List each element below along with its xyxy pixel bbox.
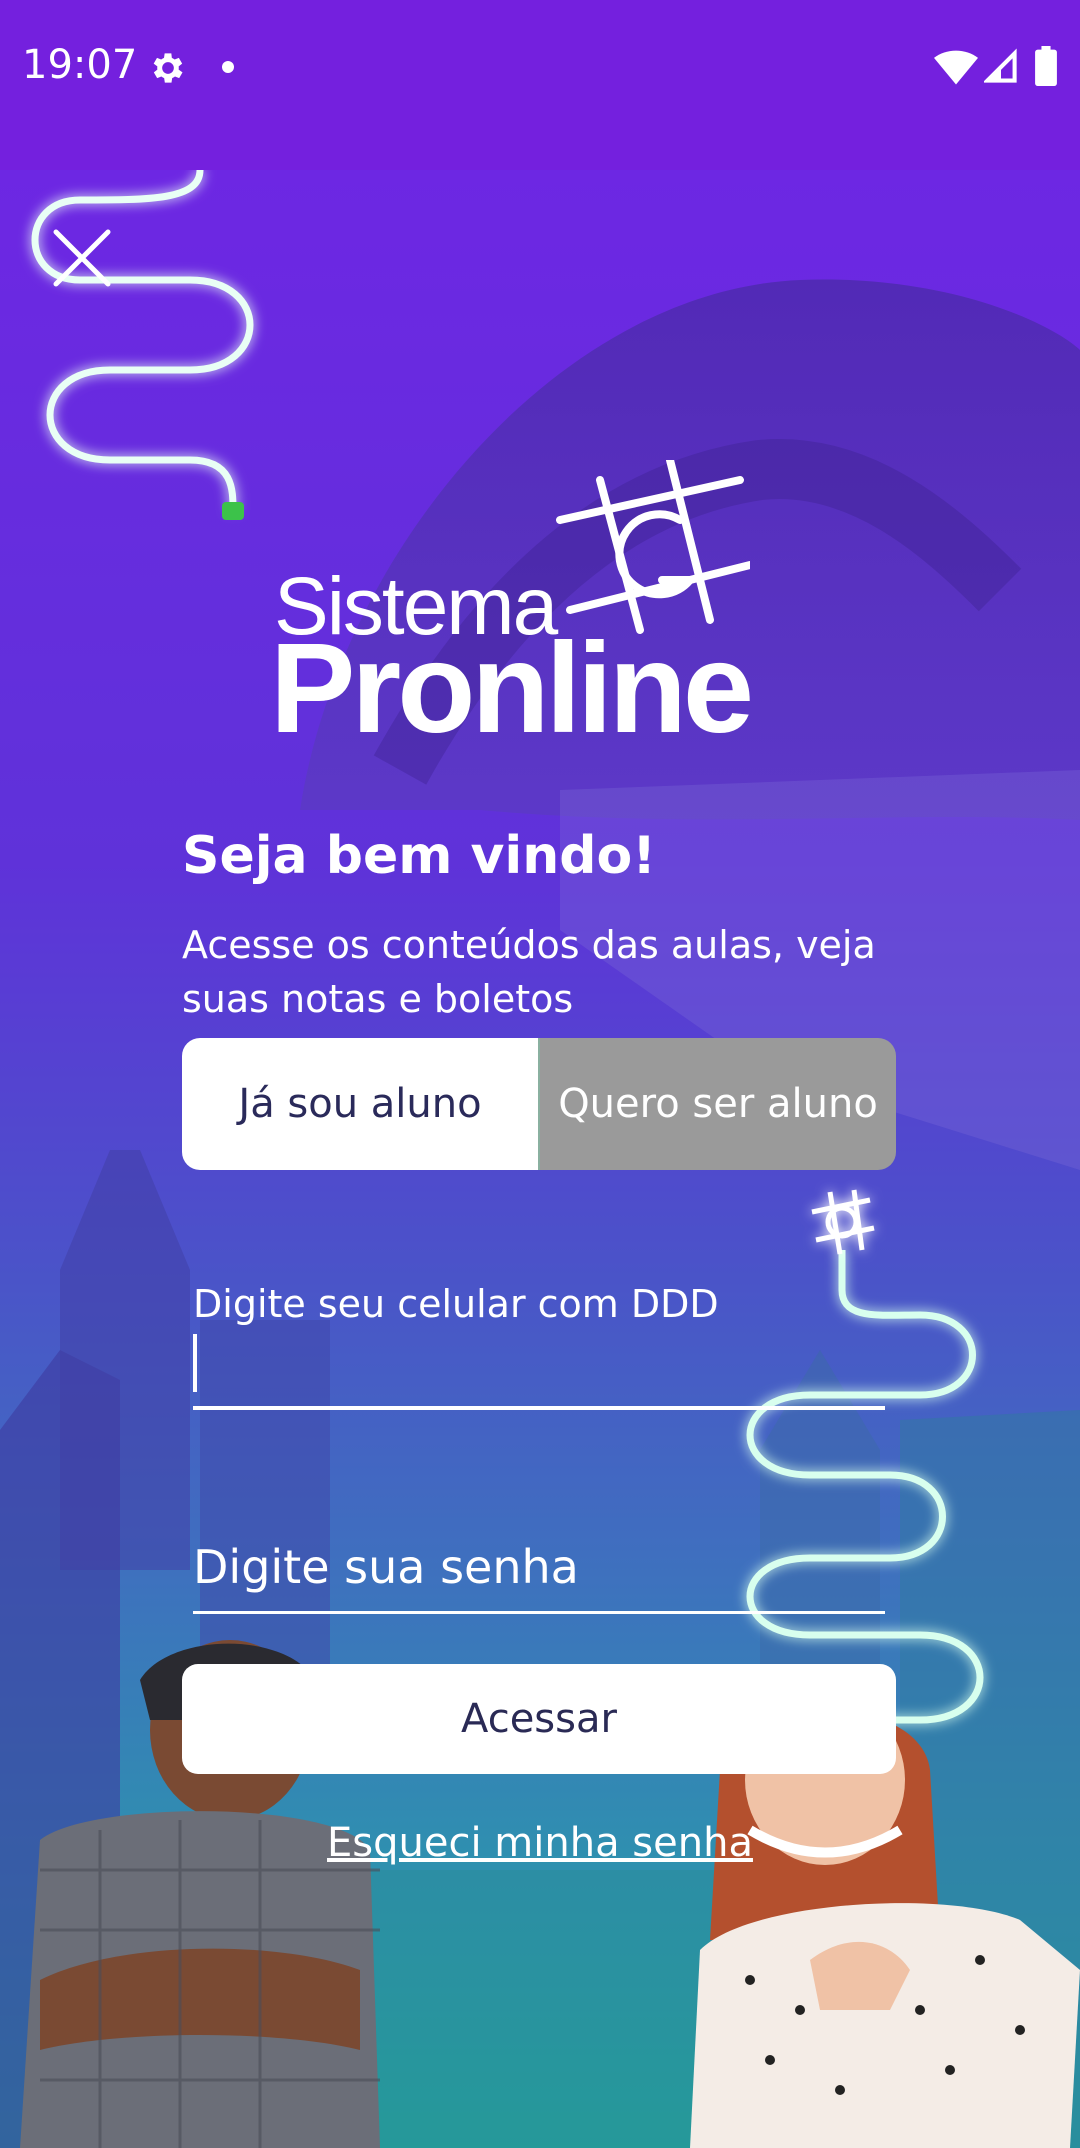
sistema-pronline-logo: Sistema Pronline bbox=[270, 460, 830, 760]
status-time: 19:07 bbox=[22, 42, 138, 88]
phone-input[interactable] bbox=[193, 1330, 885, 1392]
phone-field-label: Digite seu celular com DDD bbox=[193, 1282, 719, 1326]
student-girl-photo bbox=[690, 1710, 1080, 2148]
account-type-segmented-control: Já sou aluno Quero ser aluno bbox=[182, 1038, 896, 1170]
phone-input-underline bbox=[193, 1406, 885, 1410]
forgot-password-link[interactable]: Esqueci minha senha bbox=[0, 1820, 1080, 1866]
close-icon[interactable] bbox=[46, 222, 118, 294]
tab-quero-ser-aluno[interactable]: Quero ser aluno bbox=[538, 1038, 896, 1170]
password-input[interactable]: Digite sua senha bbox=[193, 1540, 885, 1594]
welcome-title: Seja bem vindo! bbox=[182, 826, 656, 886]
battery-icon bbox=[1035, 46, 1057, 86]
signal-icon bbox=[984, 48, 1017, 83]
password-input-underline bbox=[193, 1611, 885, 1614]
logo-line-2: Pronline bbox=[270, 617, 754, 760]
status-bar: 19:07 bbox=[0, 0, 1080, 170]
text-caret bbox=[193, 1334, 197, 1392]
login-screen: Sistema Pronline Seja bem vindo! Acesse … bbox=[0, 170, 1080, 2148]
login-button[interactable]: Acessar bbox=[182, 1664, 896, 1774]
notification-dot-icon bbox=[222, 61, 234, 73]
welcome-subtitle: Acesse os conteúdos das aulas, veja suas… bbox=[182, 923, 876, 1021]
wifi-icon bbox=[934, 50, 978, 85]
tab-ja-sou-aluno[interactable]: Já sou aluno bbox=[182, 1038, 538, 1170]
logo-mark-icon bbox=[556, 460, 750, 634]
gear-icon bbox=[153, 53, 183, 83]
